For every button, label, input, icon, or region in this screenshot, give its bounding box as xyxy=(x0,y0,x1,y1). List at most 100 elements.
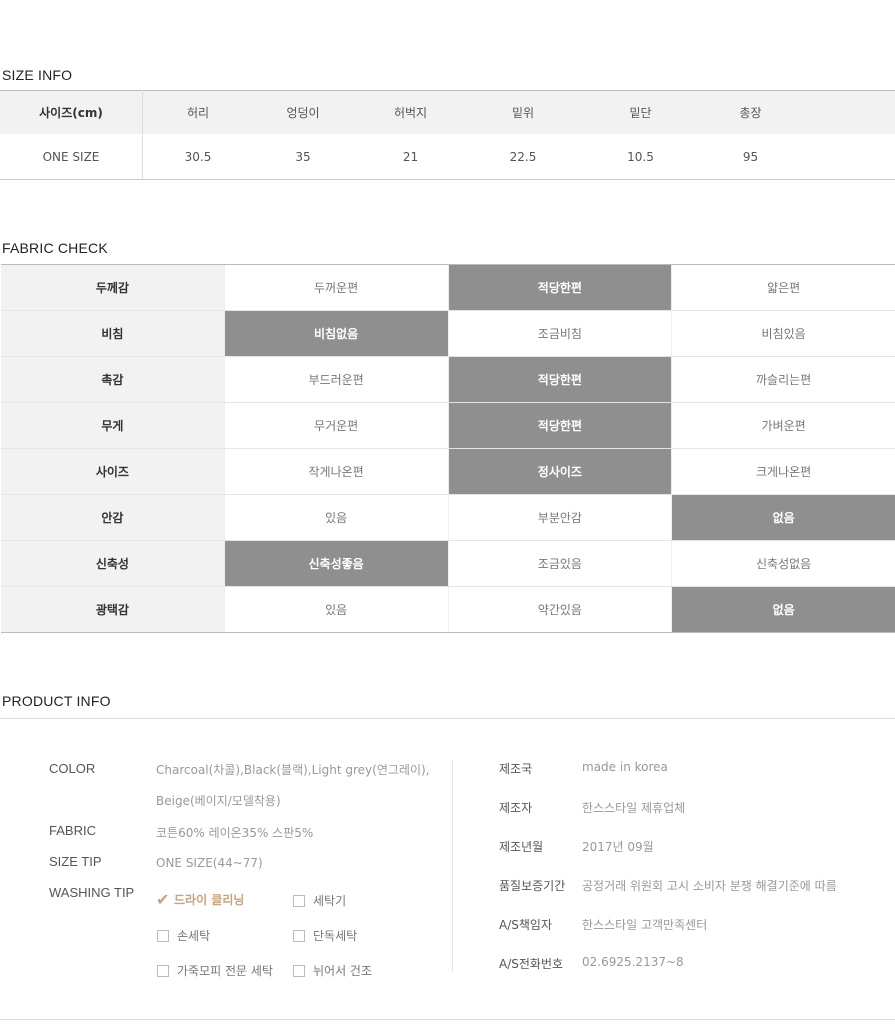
checkbox-icon xyxy=(157,929,169,942)
info-value: made in korea xyxy=(582,760,668,774)
color-value: Charcoal(차콜),Black(블랙),Light grey(연그레이), xyxy=(156,763,430,777)
size-tip-label: SIZE TIP xyxy=(49,854,102,869)
fabric-option: 조금있음 xyxy=(449,541,673,586)
fabric-option-selected: 정사이즈 xyxy=(448,449,673,494)
fabric-option: 조금비침 xyxy=(449,311,673,356)
info-value: 2017년 09월 xyxy=(582,840,654,854)
fabric-row-label: 사이즈 xyxy=(1,449,225,494)
size-tip-value: ONE SIZE(44~77) xyxy=(156,856,263,870)
fabric-row-label: 두께감 xyxy=(1,265,225,310)
info-value: 한스스타일 제휴업체 xyxy=(582,801,686,815)
fabric-label: FABRIC xyxy=(49,823,96,838)
washing-option-hand: 손세탁 xyxy=(157,927,210,944)
fabric-row: 광택감 있음 약간있음 없음 xyxy=(1,587,895,633)
washing-option-label: 드라이 클리닝 xyxy=(174,893,245,907)
info-key: A/S책임자 xyxy=(499,918,552,932)
fabric-option: 약간있음 xyxy=(449,587,673,632)
color-label: COLOR xyxy=(49,761,96,776)
color-value: Beige(베이지/모델착용) xyxy=(156,794,281,808)
fabric-row: 두께감 두꺼운편 적당한편 얇은편 xyxy=(1,265,895,311)
info-key: 품질보증기간 xyxy=(499,879,566,893)
info-value: 공정거래 위원회 고시 소비자 분쟁 해결기준에 따름 xyxy=(582,879,837,893)
size-header-cell: 사이즈(cm) xyxy=(0,90,143,134)
size-cell: 35 xyxy=(253,134,353,180)
table-row: ONE SIZE 30.5 35 21 22.5 10.5 95 xyxy=(0,134,895,180)
size-cell: 95 xyxy=(703,134,798,180)
size-header-cell: 엉덩이 xyxy=(253,90,353,134)
size-header-cell xyxy=(798,90,895,134)
fabric-value: 코튼60% 레이온35% 스판5% xyxy=(156,826,314,840)
fabric-row: 무게 무거운편 적당한편 가벼운편 xyxy=(1,403,895,449)
checkbox-icon xyxy=(157,964,169,977)
size-cell: 30.5 xyxy=(142,134,253,180)
fabric-option-selected: 없음 xyxy=(672,587,895,632)
size-cell xyxy=(798,134,895,180)
fabric-row: 안감 있음 부분안감 없음 xyxy=(1,495,895,541)
fabric-row-label: 촉감 xyxy=(1,357,225,402)
fabric-option: 크게나온편 xyxy=(756,465,812,479)
fabric-option-selected: 비침없음 xyxy=(224,311,449,356)
washing-option-label: 가죽모피 전문 세탁 xyxy=(177,964,273,978)
fabric-option: 무거운편 xyxy=(225,403,449,448)
washing-tip-label: WASHING TIP xyxy=(49,885,135,900)
fabric-row: 사이즈 작게나온편 정사이즈 크게나온편 xyxy=(1,449,895,495)
size-cell: 21 xyxy=(353,134,468,180)
fabric-row: 신축성 신축성좋음 조금있음 신축성없음 xyxy=(1,541,895,587)
washing-option-label: 손세탁 xyxy=(177,929,211,943)
checkmark-icon: ✔ xyxy=(156,889,170,909)
fabric-option: 작게나온편 xyxy=(225,449,449,494)
washing-option-separate: 단독세탁 xyxy=(293,927,357,944)
fabric-option-selected: 적당한편 xyxy=(448,357,673,402)
info-value: 02.6925.2137~8 xyxy=(582,955,684,969)
washing-option-label: 단독세탁 xyxy=(313,929,358,943)
washing-option-dry-cleaning: ✔ 드라이 클리닝 xyxy=(156,891,244,908)
size-header-cell: 총장 xyxy=(703,90,798,134)
checkbox-icon xyxy=(293,894,305,907)
fabric-row-label: 신축성 xyxy=(1,541,225,586)
size-cell: 22.5 xyxy=(468,134,578,180)
fabric-option: 두꺼운편 xyxy=(225,265,449,310)
fabric-option: 있음 xyxy=(225,587,449,632)
fabric-option: 부분안감 xyxy=(449,495,673,540)
product-info-title: PRODUCT INFO xyxy=(2,693,111,709)
divider xyxy=(0,718,895,719)
washing-option-machine: 세탁기 xyxy=(293,892,346,909)
washing-option-label: 뉘어서 건조 xyxy=(313,964,373,978)
info-key: A/S전화번호 xyxy=(499,957,564,971)
size-cell: ONE SIZE xyxy=(0,134,143,180)
size-info-title: SIZE INFO xyxy=(2,67,73,83)
size-header-cell: 허벅지 xyxy=(353,90,468,134)
size-cell: 10.5 xyxy=(578,134,703,180)
checkbox-icon xyxy=(293,964,305,977)
fabric-check-title: FABRIC CHECK xyxy=(2,240,108,256)
fabric-option-selected: 적당한편 xyxy=(448,403,673,448)
washing-option-leather: 가죽모피 전문 세탁 xyxy=(157,962,273,979)
washing-option-label: 세탁기 xyxy=(313,894,347,908)
fabric-row-label: 무게 xyxy=(1,403,225,448)
divider xyxy=(0,1019,895,1020)
fabric-check-grid: 두께감 두꺼운편 적당한편 얇은편 비침 비침없음 조금비침 비침있음 촉감 부드러운편 적당한편 까… xyxy=(1,264,895,633)
fabric-option-selected: 신축성좋음 xyxy=(224,541,449,586)
fabric-option: 있음 xyxy=(225,495,449,540)
fabric-option-selected: 없음 xyxy=(672,495,895,540)
fabric-row-label: 안감 xyxy=(1,495,225,540)
fabric-row-label: 비침 xyxy=(1,311,225,356)
info-key: 제조년월 xyxy=(499,840,544,854)
size-table-header: 사이즈(cm) 허리 엉덩이 허벅지 밑위 밑단 총장 xyxy=(0,90,895,134)
info-key: 제조국 xyxy=(499,762,533,776)
size-header-cell: 밑위 xyxy=(468,90,578,134)
fabric-row: 비침 비침없음 조금비침 비침있음 xyxy=(1,311,895,357)
fabric-option: 비침있음 xyxy=(761,327,806,341)
fabric-option: 얇은편 xyxy=(767,281,801,295)
fabric-option: 부드러운편 xyxy=(225,357,449,402)
size-table: 사이즈(cm) 허리 엉덩이 허벅지 밑위 밑단 총장 ONE SIZE 30.… xyxy=(0,90,895,180)
fabric-option-selected: 적당한편 xyxy=(448,265,673,310)
divider xyxy=(452,760,453,972)
checkbox-icon xyxy=(293,929,305,942)
fabric-row: 촉감 부드러운편 적당한편 까슬리는편 xyxy=(1,357,895,403)
fabric-row-label: 광택감 xyxy=(1,587,225,632)
fabric-option: 신축성없음 xyxy=(756,557,812,571)
size-header-cell: 밑단 xyxy=(578,90,703,134)
info-key: 제조자 xyxy=(499,801,533,815)
fabric-option: 가벼운편 xyxy=(761,419,806,433)
